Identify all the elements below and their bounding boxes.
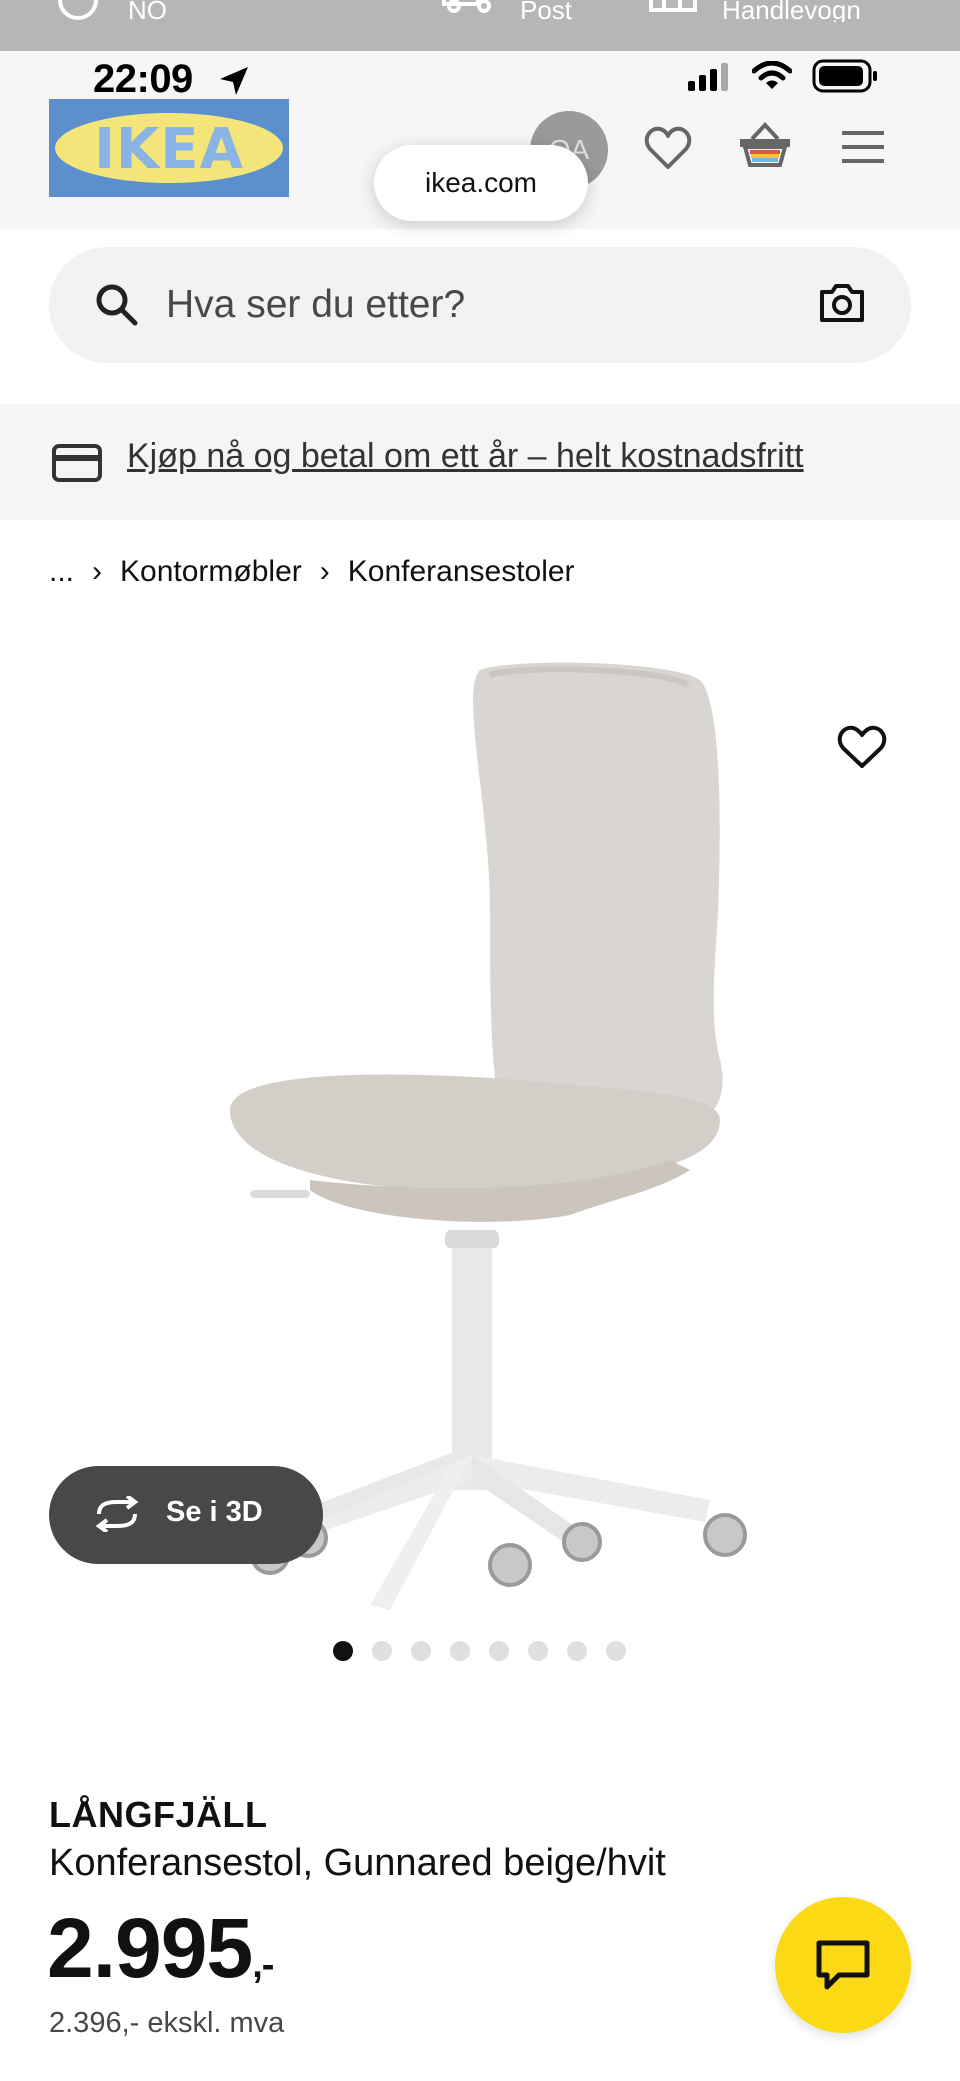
wifi-icon	[752, 61, 792, 89]
pagination-dot[interactable]	[333, 1641, 353, 1661]
pagination-dot[interactable]	[411, 1641, 431, 1661]
chat-icon	[816, 1940, 870, 1990]
search-bar[interactable]: Hva ser du etter?	[49, 247, 911, 363]
search-input[interactable]: Hva ser du etter?	[166, 283, 465, 327]
menu-icon[interactable]	[842, 131, 884, 165]
pagination-dot[interactable]	[489, 1641, 509, 1661]
chevron-right-icon: ›	[92, 555, 103, 588]
top-strip: NO Post Handlevogn	[0, 0, 960, 51]
pagination-dot[interactable]	[528, 1641, 548, 1661]
image-pagination	[333, 1641, 626, 1661]
logo-text: IKEA	[94, 117, 244, 182]
battery-icon	[812, 59, 877, 93]
heart-icon[interactable]	[644, 125, 692, 171]
ikea-logo[interactable]: IKEA	[49, 99, 289, 197]
pagination-dot[interactable]	[567, 1641, 587, 1661]
chat-button[interactable]	[775, 1897, 911, 2033]
promo-banner[interactable]: Kjøp nå og betal om ett år – helt kostna…	[0, 404, 960, 520]
product-name: LÅNGFJÄLL	[49, 1794, 268, 1835]
signal-icon	[688, 63, 728, 91]
camera-icon[interactable]	[819, 283, 865, 323]
breadcrumb-item-konferansestoler[interactable]: Konferansestoler	[348, 555, 575, 589]
breadcrumb-ellipsis[interactable]: ...	[49, 555, 74, 589]
product-description: Konferansestol, Gunnared beige/hvit	[49, 1842, 666, 1884]
pagination-dot[interactable]	[450, 1641, 470, 1661]
status-time: 22:09	[93, 57, 193, 101]
store-icon	[649, 0, 697, 12]
truck-icon	[442, 0, 491, 13]
basket-icon[interactable]	[738, 121, 792, 171]
status-bar: 22:09	[0, 51, 960, 101]
promo-link[interactable]: Kjøp nå og betal om ett år – helt kostna…	[127, 437, 804, 476]
view-3d-button[interactable]: Se i 3D	[49, 1466, 323, 1564]
pagination-dot[interactable]	[372, 1641, 392, 1661]
search-icon	[96, 284, 138, 326]
rotate-3d-icon	[95, 1496, 139, 1532]
breadcrumb-item-kontormobler[interactable]: Kontormøbler	[120, 555, 302, 589]
top-strip-cart[interactable]: Handlevogn	[722, 0, 861, 22]
credit-card-icon	[52, 444, 102, 482]
pagination-dot[interactable]	[606, 1641, 626, 1661]
price-ex-vat: 2.396,- ekskl. mva	[49, 2007, 285, 2039]
favorite-heart-icon[interactable]	[836, 724, 888, 770]
price-main: 2.995	[47, 1901, 253, 1995]
price-suffix: ,-	[252, 1944, 274, 1986]
top-strip-lang[interactable]: NO	[128, 0, 167, 22]
view-3d-label: Se i 3D	[166, 1496, 263, 1528]
globe-icon	[58, 0, 98, 20]
top-strip-post[interactable]: Post	[520, 0, 572, 22]
chevron-right-icon: ›	[319, 555, 330, 588]
breadcrumb: ... › Kontormøbler › Konferansestoler	[49, 552, 575, 592]
product-price: 2.995,-	[47, 1900, 274, 1997]
location-arrow-icon	[220, 67, 248, 95]
url-pill[interactable]: ikea.com	[374, 145, 588, 221]
